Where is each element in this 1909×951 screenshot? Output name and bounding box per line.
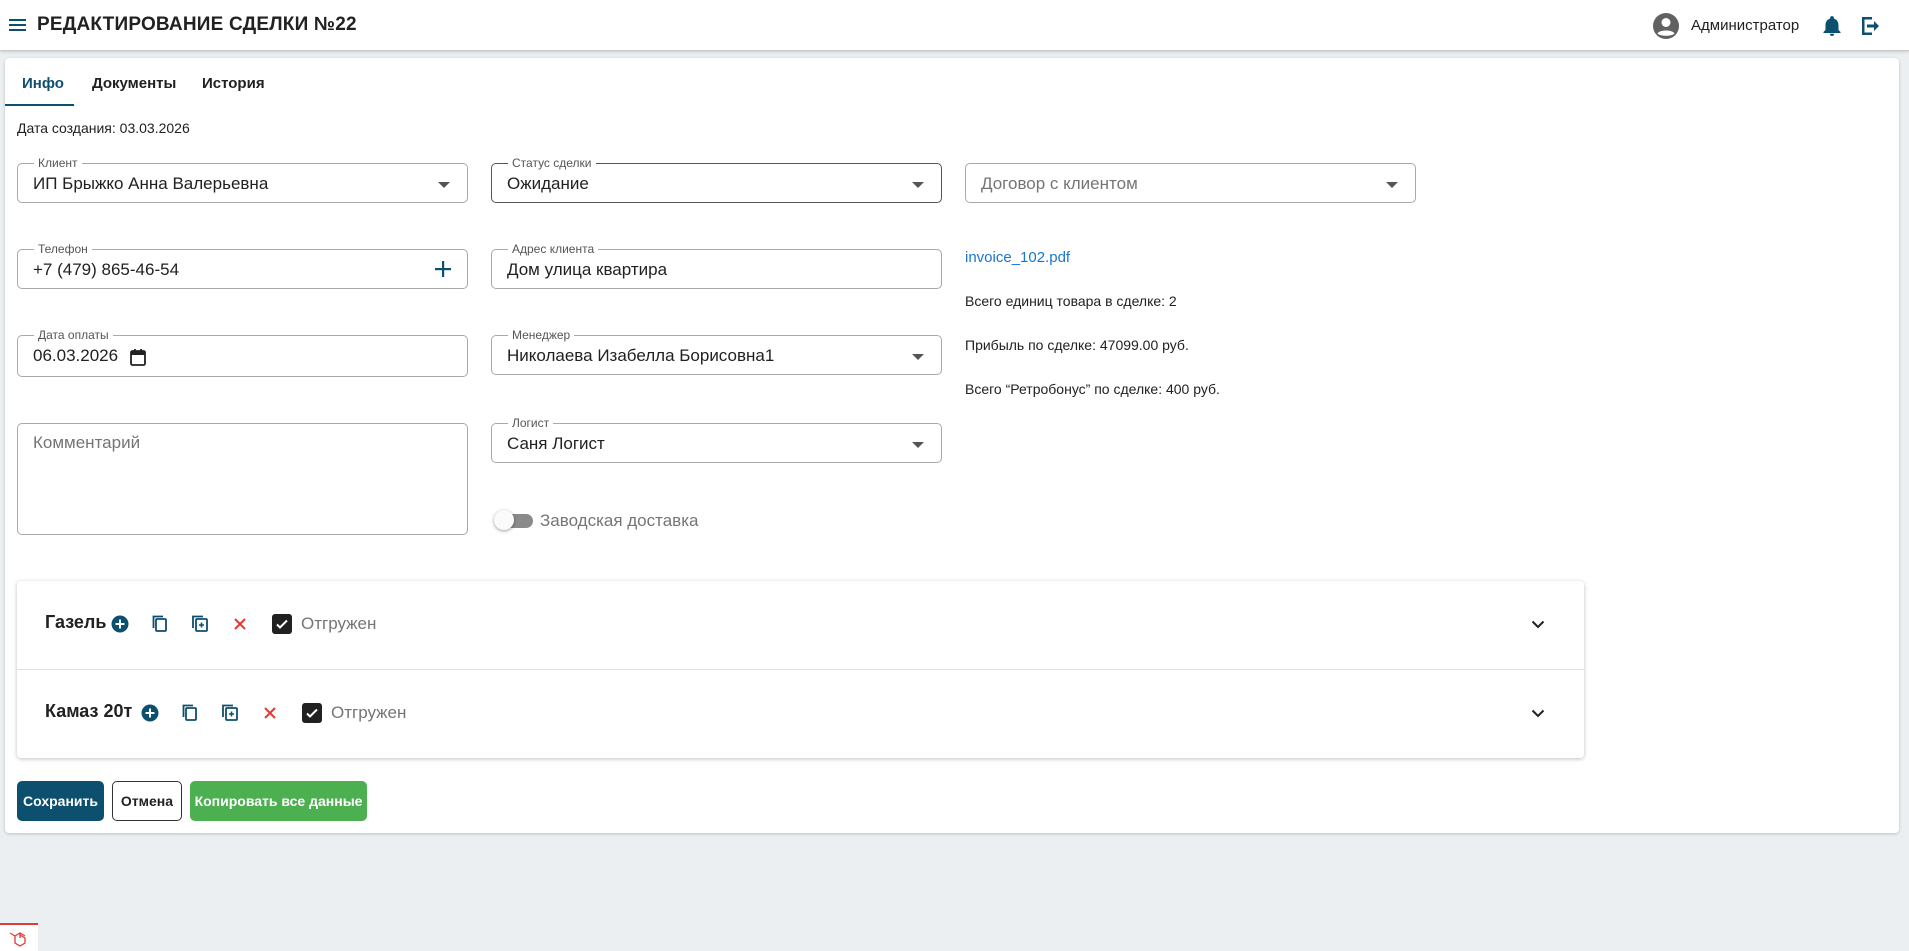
save-button[interactable]: Сохранить [17,781,104,821]
calendar-icon[interactable] [130,348,146,366]
phone-value: +7 (479) 865-46-54 [33,260,180,279]
laravel-icon [9,932,26,947]
user-name[interactable]: Администратор [1691,17,1799,34]
vehicles-accordion: Газель Отгружен Камаз 20т Отгружен [17,581,1584,758]
chevron-down-icon[interactable] [1386,182,1398,188]
vehicle-row[interactable]: Камаз 20т Отгружен [17,669,1584,757]
client-value: ИП Брыжко Анна Валерьевна [33,174,269,193]
check-icon [276,619,288,629]
active-tab-indicator [5,104,74,106]
add-circle-icon[interactable] [109,613,131,635]
manager-label: Менеджер [508,328,575,342]
tab-documents[interactable]: Документы [92,75,176,92]
debugbar-toggle[interactable] [0,923,38,951]
vehicle-name: Камаз 20т [45,701,133,721]
address-field[interactable]: Адрес клиента Дом улица квартира [491,242,942,289]
copy-icon[interactable] [149,613,171,635]
close-icon[interactable] [229,613,251,635]
contract-placeholder: Договор с клиентом [981,174,1138,193]
client-select[interactable]: Клиент ИП Брыжко Анна Валерьевна [17,156,468,203]
cancel-button[interactable]: Отмена [112,781,182,821]
phone-field[interactable]: Телефон +7 (479) 865-46-54 [17,242,468,289]
chevron-down-icon[interactable] [912,354,924,360]
manager-select[interactable]: Менеджер Николаева Изабелла Борисовна1 [491,328,942,375]
deal-profit: Прибыль по сделке: 47099.00 руб. [965,337,1189,353]
vehicle-row[interactable]: Газель Отгружен [17,581,1584,669]
payment-date-value: 06.03.2026 [33,346,119,365]
duplicate-icon[interactable] [189,613,211,635]
deal-edit-card: Инфо Документы История Дата создания: 03… [5,58,1899,833]
factory-delivery-toggle[interactable] [494,509,534,531]
client-label: Клиент [34,156,82,170]
address-value: Дом улица квартира [507,260,668,279]
chevron-down-icon[interactable] [1526,701,1550,725]
logist-label: Логист [508,416,554,430]
creation-date: Дата создания: 03.03.2026 [17,120,190,136]
payment-date-field[interactable]: Дата оплаты 06.03.2026 [17,328,468,377]
address-label: Адрес клиента [508,242,599,256]
chevron-down-icon[interactable] [438,182,450,188]
copy-all-button[interactable]: Копировать все данные [190,781,367,821]
comment-textarea[interactable]: Комментарий [17,423,468,535]
manager-value: Николаева Изабелла Борисовна1 [507,346,775,365]
shipped-label: Отгружен [331,703,407,722]
logist-select[interactable]: Логист Саня Логист [491,416,942,463]
top-app-bar: РЕДАКТИРОВАНИЕ СДЕЛКИ №22 Администратор [0,0,1909,51]
tab-history[interactable]: История [202,75,265,92]
payment-date-label: Дата оплаты [34,328,113,342]
chevron-down-icon[interactable] [912,182,924,188]
tab-info[interactable]: Инфо [22,75,64,92]
logist-value: Саня Логист [507,434,605,453]
check-icon [306,708,318,718]
duplicate-icon[interactable] [219,702,241,724]
shipped-checkbox[interactable] [272,614,292,634]
shipped-label: Отгружен [301,614,377,633]
logout-icon[interactable] [1858,13,1884,39]
account-circle-icon [1653,13,1679,39]
factory-delivery-label: Заводская доставка [540,511,699,530]
shipped-checkbox[interactable] [302,703,322,723]
chevron-down-icon[interactable] [1526,612,1550,636]
close-icon[interactable] [259,702,281,724]
toggle-knob [494,510,514,530]
menu-icon[interactable] [7,15,29,35]
status-label: Статус сделки [508,156,596,170]
copy-icon[interactable] [179,702,201,724]
phone-label: Телефон [34,242,92,256]
add-phone-icon[interactable] [432,258,454,280]
vehicle-name: Газель [45,612,107,632]
add-circle-icon[interactable] [139,702,161,724]
invoice-file-link[interactable]: invoice_102.pdf [965,249,1070,266]
page-title: РЕДАКТИРОВАНИЕ СДЕЛКИ №22 [37,14,357,35]
tabs: Инфо Документы История [5,58,1899,108]
retrobonus-total: Всего “Ретробонус” по сделке: 400 руб. [965,381,1220,397]
status-select[interactable]: Статус сделки Ожидание [491,156,942,203]
status-value: Ожидание [507,174,589,193]
contract-select[interactable]: Договор с клиентом [965,163,1416,203]
bell-icon[interactable] [1820,14,1844,38]
units-total: Всего единиц товара в сделке: 2 [965,293,1177,309]
comment-placeholder: Комментарий [33,433,141,452]
chevron-down-icon[interactable] [912,442,924,448]
